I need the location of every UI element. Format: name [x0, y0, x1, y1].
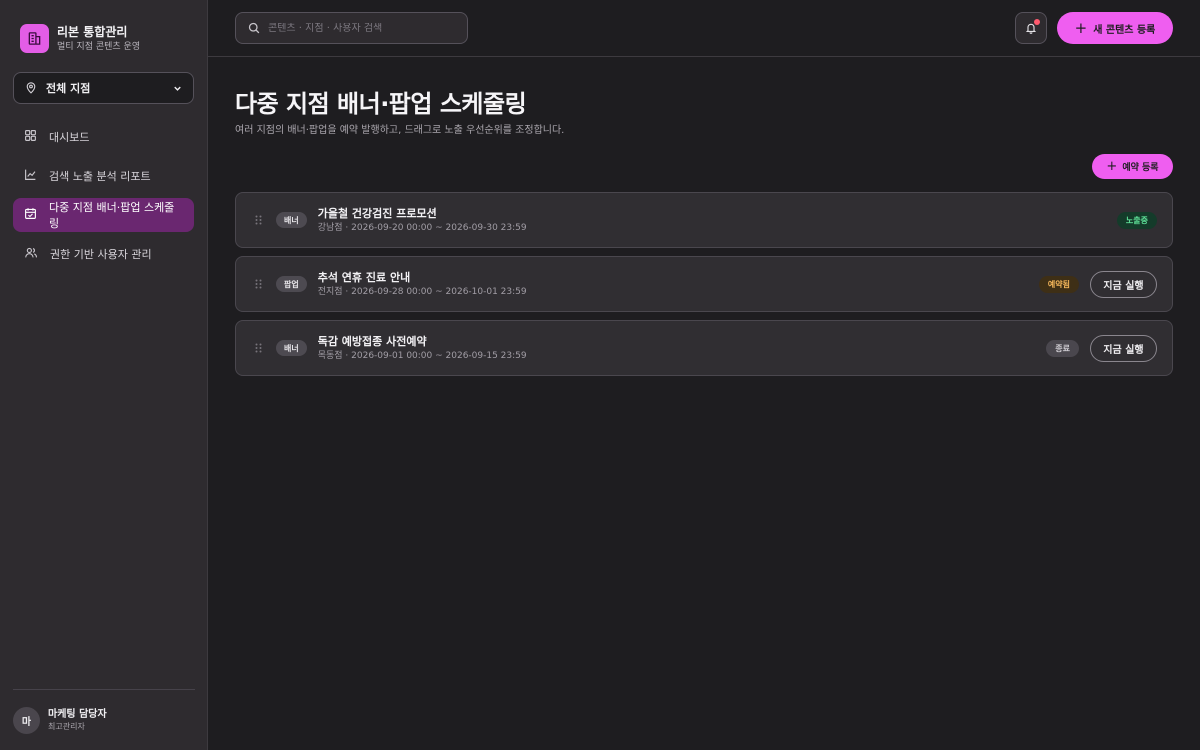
schedule-card[interactable]: 배너 가을철 건강검진 프로모션 강남점 · 2026-09-20 00:00 … — [235, 192, 1173, 248]
type-badge: 팝업 — [276, 276, 307, 292]
sidebar-item-label: 대시보드 — [49, 131, 90, 144]
run-now-button[interactable]: 지금 실행 — [1090, 270, 1157, 298]
avatar: 마 — [13, 706, 40, 734]
plus-icon: + — [1074, 18, 1088, 37]
sidebar-nav: 대시보드 검색 노출 분석 리포트 다중 지점 배너·팝업 스케줄링 권한 기반… — [13, 120, 194, 276]
sidebar: 리본 통합관리 멀티 지점 콘텐츠 운영 전체 지점 대시보드 검색 노출 분석… — [0, 0, 208, 750]
schedule-title: 추석 연휴 진료 안내 — [317, 270, 411, 284]
reserve-label: 예약 등록 — [1122, 163, 1159, 173]
schedule-card[interactable]: 배너 독감 예방접종 사전예약 목동점 · 2026-09-01 00:00 ~… — [235, 320, 1173, 376]
search-icon — [248, 19, 260, 38]
status-badge: 노출중 — [1116, 211, 1157, 229]
trend-chart-icon — [24, 168, 37, 184]
run-now-button[interactable]: 지금 실행 — [1090, 334, 1157, 362]
grid-icon — [24, 129, 37, 145]
notification-button[interactable] — [1015, 12, 1047, 44]
search-box[interactable] — [235, 12, 468, 44]
drag-handle-icon[interactable] — [253, 215, 263, 225]
building-icon — [20, 24, 49, 53]
user-profile[interactable]: 마 마케팅 담당자 최고관리자 — [13, 689, 195, 750]
new-content-button[interactable]: + 새 콘텐츠 등록 — [1057, 12, 1173, 44]
brand[interactable]: 리본 통합관리 멀티 지점 콘텐츠 운영 — [20, 24, 140, 53]
sidebar-item-label: 검색 노출 분석 리포트 — [49, 170, 151, 183]
brand-title: 리본 통합관리 — [57, 24, 128, 39]
schedule-list: 배너 가을철 건강검진 프로모션 강남점 · 2026-09-20 00:00 … — [235, 192, 1173, 384]
sidebar-item-user-management[interactable]: 권한 기반 사용자 관리 — [13, 237, 194, 271]
sidebar-item-dashboard[interactable]: 대시보드 — [13, 120, 194, 154]
plus-icon: + — [1106, 159, 1118, 174]
schedule-meta: 목동점 · 2026-09-01 00:00 ~ 2026-09-15 23:5… — [317, 350, 527, 361]
map-pin-icon — [25, 79, 37, 98]
schedule-title: 독감 예방접종 사전예약 — [317, 334, 427, 348]
brand-subtitle: 멀티 지점 콘텐츠 운영 — [57, 41, 141, 52]
notification-dot — [1034, 19, 1040, 25]
page-subtitle: 여러 지점의 배너·팝업을 예약 발행하고, 드래그로 노출 우선순위를 조정합… — [235, 125, 565, 136]
status-badge: 종료 — [1046, 339, 1079, 357]
sidebar-item-search-report[interactable]: 검색 노출 분석 리포트 — [13, 159, 194, 193]
topbar: + 새 콘텐츠 등록 — [208, 0, 1200, 57]
drag-handle-icon[interactable] — [253, 279, 263, 289]
reserve-button[interactable]: + 예약 등록 — [1092, 154, 1173, 179]
users-icon — [24, 246, 38, 262]
calendar-check-icon — [24, 207, 37, 223]
chevron-down-icon — [172, 79, 183, 98]
user-role: 최고관리자 — [48, 722, 85, 731]
branch-select[interactable]: 전체 지점 — [13, 72, 194, 104]
sidebar-item-label: 권한 기반 사용자 관리 — [50, 248, 152, 261]
sidebar-item-scheduling[interactable]: 다중 지점 배너·팝업 스케줄링 — [13, 198, 194, 232]
schedule-meta: 전지점 · 2026-09-28 00:00 ~ 2026-10-01 23:5… — [317, 286, 527, 297]
type-badge: 배너 — [276, 340, 307, 356]
sidebar-item-label: 다중 지점 배너·팝업 스케줄링 — [49, 201, 175, 230]
schedule-meta: 강남점 · 2026-09-20 00:00 ~ 2026-09-30 23:5… — [317, 222, 527, 233]
branch-select-value: 전체 지점 — [46, 82, 91, 95]
drag-handle-icon[interactable] — [253, 343, 263, 353]
search-input[interactable] — [268, 22, 448, 34]
user-name: 마케팅 담당자 — [48, 709, 107, 720]
page-title: 다중 지점 배너·팝업 스케줄링 — [235, 90, 527, 118]
status-badge: 예약됨 — [1038, 275, 1079, 293]
schedule-title: 가을철 건강검진 프로모션 — [317, 206, 437, 220]
schedule-card[interactable]: 팝업 추석 연휴 진료 안내 전지점 · 2026-09-28 00:00 ~ … — [235, 256, 1173, 312]
new-content-label: 새 콘텐츠 등록 — [1093, 24, 1156, 36]
type-badge: 배너 — [276, 212, 307, 228]
